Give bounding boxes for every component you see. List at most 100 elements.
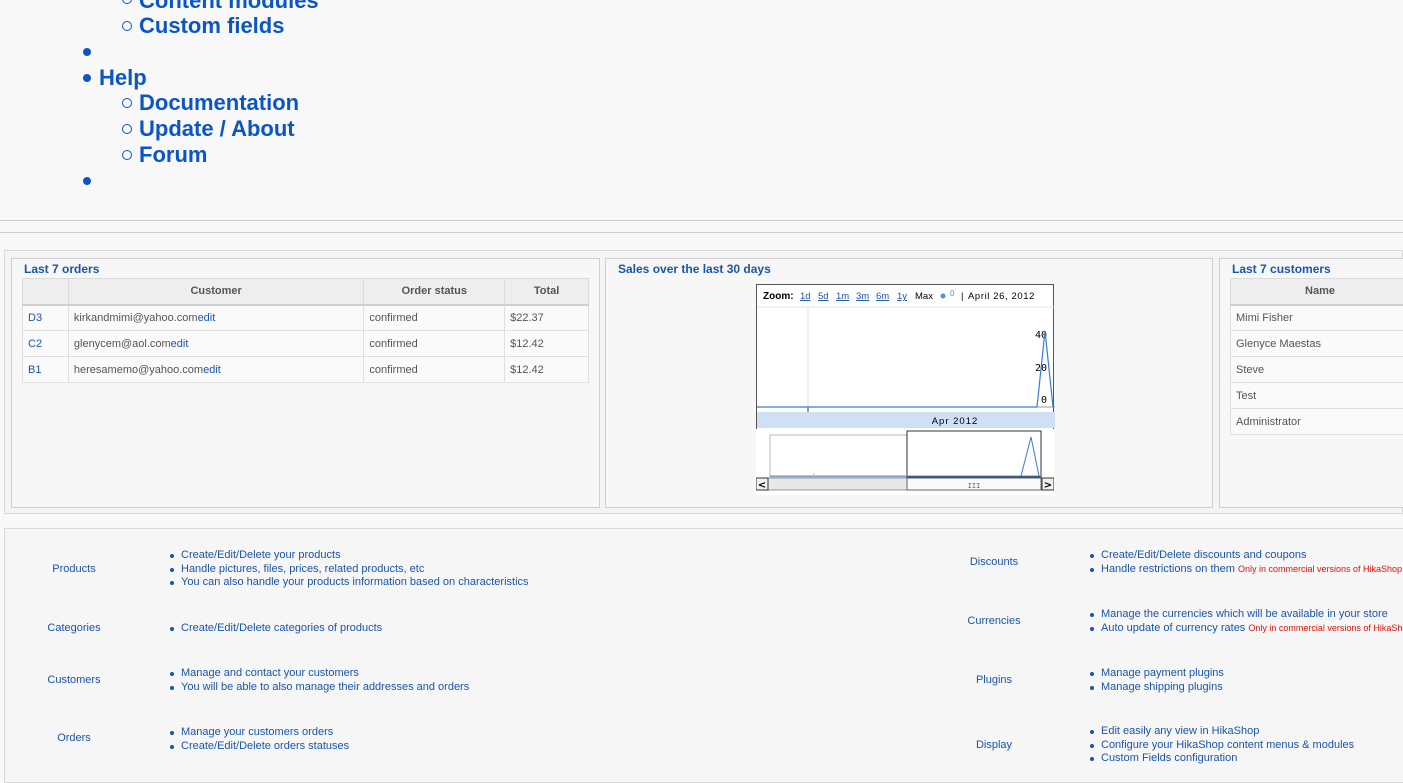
features-overview: Products Create/Edit/Delete your product… <box>4 528 1403 783</box>
divider <box>0 220 1403 221</box>
order-number-link[interactable]: C2 <box>28 338 42 350</box>
list-item: Create/Edit/Delete orders statuses <box>169 740 349 754</box>
date-separator: | <box>961 291 963 302</box>
menu-item-custom-fields[interactable]: Custom fields <box>139 13 284 39</box>
order-number-link[interactable]: D3 <box>28 312 42 324</box>
legend-dot-icon <box>940 293 946 299</box>
feature-link-orders[interactable]: Orders <box>4 732 144 744</box>
submenu-bullet-icon <box>122 150 132 160</box>
menu-item-content-modules[interactable]: Content modules <box>139 0 319 14</box>
menu-bullet-icon <box>83 177 91 185</box>
customer-email: kirkandmimi@yahoo.com <box>73 311 198 324</box>
list-item: Manage payment plugins <box>1089 667 1224 681</box>
zoom-label: Zoom: <box>763 291 794 302</box>
panel-title: Sales over the last 30 days <box>618 262 771 276</box>
menu-item-help[interactable]: Help <box>99 65 147 91</box>
list-item: Edit easily any view in HikaShop <box>1089 725 1354 739</box>
zoom-max-link[interactable]: Max <box>915 291 933 302</box>
list-item: Handle pictures, files, prices, related … <box>169 563 529 577</box>
chart-navigator[interactable]: III < > <box>756 429 1054 495</box>
zoom-1m-link[interactable]: 1m <box>836 291 849 302</box>
feature-link-currencies[interactable]: Currencies <box>924 615 1064 627</box>
chevron-right-icon: > <box>1044 480 1052 491</box>
feature-link-products[interactable]: Products <box>4 563 144 575</box>
list-item: Manage shipping plugins <box>1089 681 1224 695</box>
feature-link-discounts[interactable]: Discounts <box>924 556 1064 568</box>
zoom-5d-link[interactable]: 5d <box>818 291 829 302</box>
table-row: B1 heresamemo@yahoo.comedit confirmed $1… <box>22 356 589 383</box>
zoom-1d-link[interactable]: 1d <box>800 291 811 302</box>
order-total: $12.42 <box>504 356 589 383</box>
navigator-unselected-area <box>769 434 908 478</box>
table-row: C2 glenycem@aol.comedit confirmed $12.42 <box>22 330 589 357</box>
column-header-customer[interactable]: Customer <box>67 278 365 306</box>
edit-customer-link[interactable]: edit <box>198 312 216 324</box>
menu-bullet-icon <box>83 48 91 56</box>
customer-email: heresamemo@yahoo.com <box>73 363 204 376</box>
zoom-1y-link[interactable]: 1y <box>897 291 907 302</box>
edit-customer-link[interactable]: edit <box>171 338 189 350</box>
list-item-text: Handle restrictions on them <box>1101 562 1235 575</box>
divider <box>0 232 1403 233</box>
feature-link-categories[interactable]: Categories <box>4 622 144 634</box>
customer-name[interactable]: Administrator <box>1230 408 1403 435</box>
zoom-3m-link[interactable]: 3m <box>856 291 869 302</box>
list-item: Manage your customers orders <box>169 726 349 740</box>
orders-table: Customer Order status Total D3 kirkandmi… <box>22 278 589 383</box>
sales-chart-canvas: Zoom: 1d 5d 1m 3m 6m 1y Max 0 | April 26… <box>757 289 1055 428</box>
commercial-only-note: Only in commercial versions of HikaShop <box>1237 563 1403 574</box>
menu-item-update-about[interactable]: Update / About <box>139 116 295 142</box>
customer-name[interactable]: Test <box>1230 382 1403 409</box>
scrollbar-grip-icon: III <box>968 482 981 490</box>
menu-item-documentation[interactable]: Documentation <box>139 90 299 116</box>
submenu-bullet-icon <box>122 0 132 4</box>
navigator-selection-window[interactable] <box>906 430 1042 478</box>
customers-table: Name Mimi Fisher Glenyce Maestas Steve T… <box>1230 278 1403 435</box>
list-item-text: Create/Edit/Delete discounts and coupons <box>1101 549 1307 561</box>
table-header-row: Name <box>1230 278 1403 306</box>
month-strip <box>757 412 1055 428</box>
order-total: $12.42 <box>504 330 589 357</box>
zoom-value: 0 <box>950 289 955 298</box>
table-header-row: Customer Order status Total <box>22 278 589 306</box>
customer-email: glenycem@aol.com <box>73 337 171 350</box>
column-header-total[interactable]: Total <box>504 278 589 306</box>
feature-link-customers[interactable]: Customers <box>4 674 144 686</box>
navigator-canvas: III < > <box>756 430 1054 491</box>
feature-list-display: Edit easily any view in HikaShop Configu… <box>1089 725 1354 766</box>
order-total: $22.37 <box>504 304 589 331</box>
dashboard-panels: Last 7 orders Customer Order status Tota… <box>4 250 1403 514</box>
table-row: Steve <box>1230 356 1403 383</box>
customer-name[interactable]: Steve <box>1230 356 1403 383</box>
table-row: D3 kirkandmimi@yahoo.comedit confirmed $… <box>22 304 589 331</box>
order-status: confirmed <box>363 330 506 357</box>
panel-title: Last 7 customers <box>1232 262 1331 276</box>
list-item: Handle restrictions on them Only in comm… <box>1089 563 1402 577</box>
feature-list-products: Create/Edit/Delete your products Handle … <box>169 549 529 590</box>
feature-link-plugins[interactable]: Plugins <box>924 674 1064 686</box>
month-label: Apr 2012 <box>932 416 979 427</box>
list-item: You will be able to also manage their ad… <box>169 681 469 695</box>
feature-list-discounts: Create/Edit/Delete discounts and coupons… <box>1089 549 1402 576</box>
chevron-left-icon: < <box>758 480 766 491</box>
feature-list-customers: Manage and contact your customers You wi… <box>169 667 469 694</box>
list-item: Create/Edit/Delete categories of product… <box>169 622 382 636</box>
sales-chart-panel: Sales over the last 30 days Zoom: 1d 5d … <box>605 258 1213 508</box>
column-header-name[interactable]: Name <box>1230 278 1403 306</box>
last-orders-panel: Last 7 orders Customer Order status Tota… <box>11 258 600 508</box>
zoom-6m-link[interactable]: 6m <box>876 291 889 302</box>
menu-item-forum[interactable]: Forum <box>139 142 207 168</box>
list-item: Custom Fields configuration <box>1089 752 1354 766</box>
list-item: Create/Edit/Delete discounts and coupons <box>1089 549 1402 563</box>
column-header-order-status[interactable]: Order status <box>363 278 506 306</box>
table-row: Mimi Fisher <box>1230 304 1403 331</box>
customer-name[interactable]: Mimi Fisher <box>1230 304 1403 331</box>
column-header <box>22 278 69 306</box>
feature-list-plugins: Manage payment plugins Manage shipping p… <box>1089 667 1224 694</box>
feature-list-orders: Manage your customers orders Create/Edit… <box>169 726 349 753</box>
customer-name[interactable]: Glenyce Maestas <box>1230 330 1403 357</box>
feature-link-display[interactable]: Display <box>924 739 1064 751</box>
commercial-only-note: Only in commercial versions of HikaShop <box>1248 622 1403 633</box>
order-number-link[interactable]: B1 <box>28 364 41 376</box>
edit-customer-link[interactable]: edit <box>203 364 221 376</box>
